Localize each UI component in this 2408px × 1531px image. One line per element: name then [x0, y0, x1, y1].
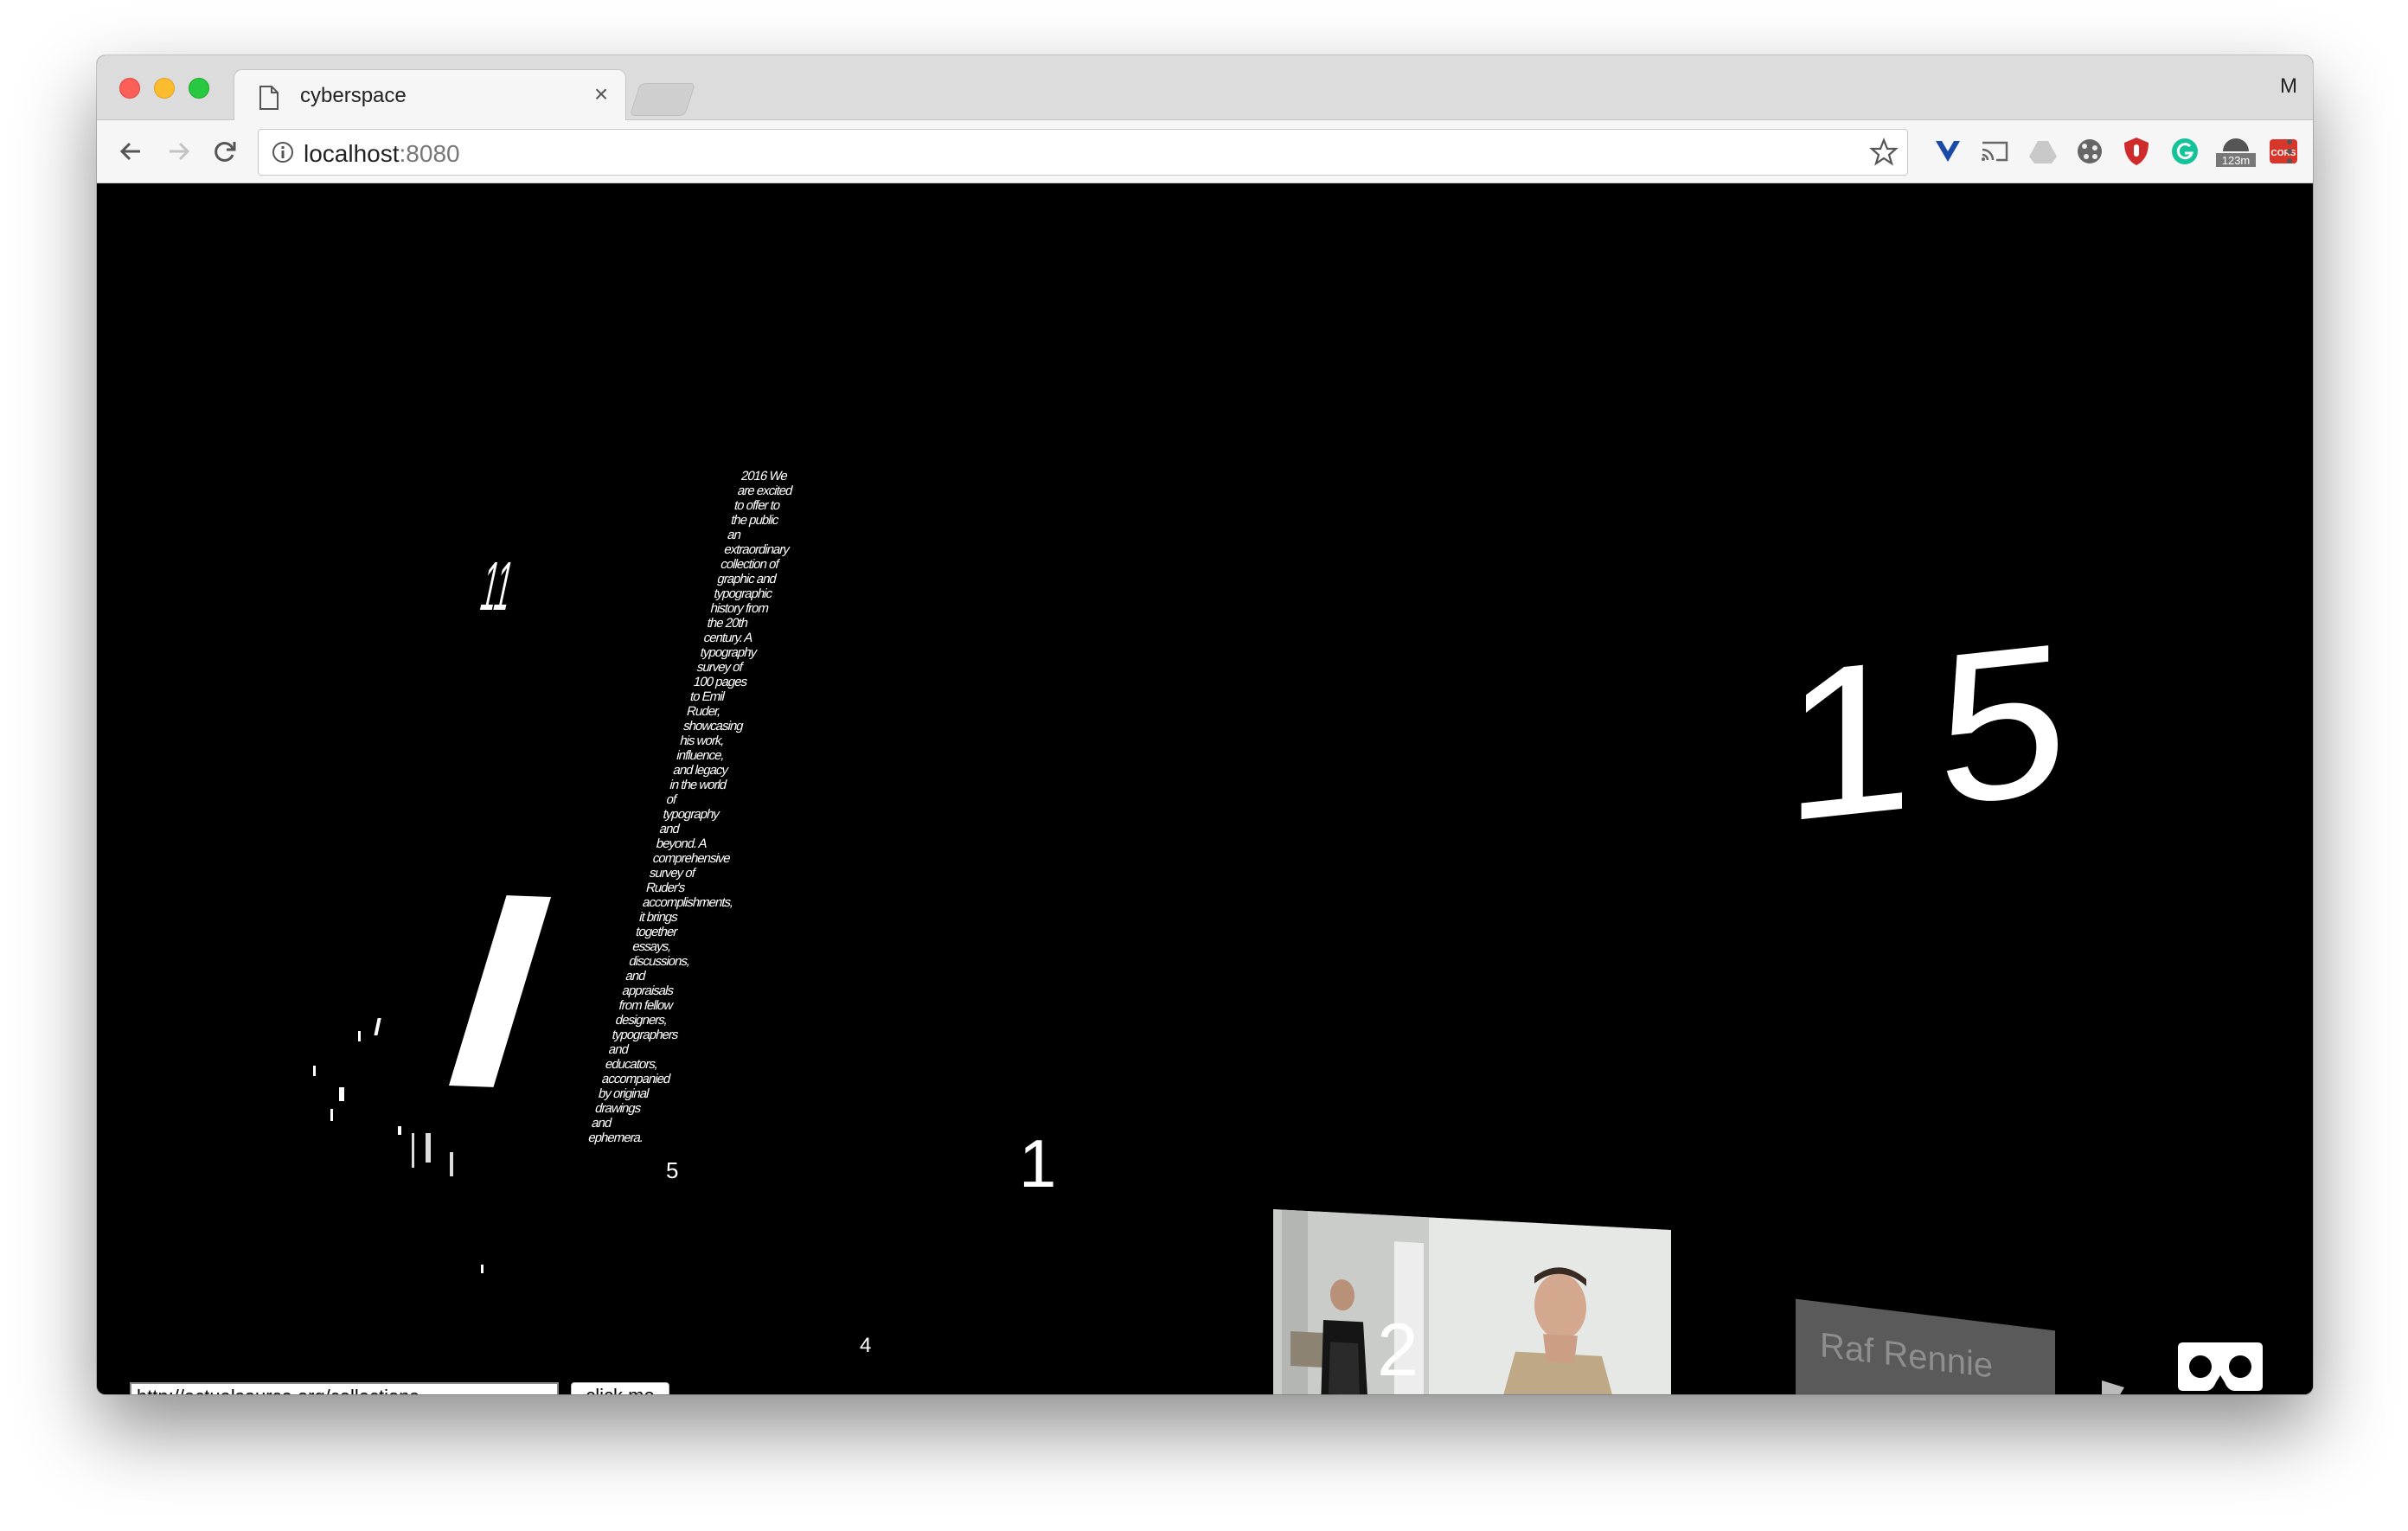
scene-sign-panel: Raf Rennie: [1796, 1298, 2055, 1394]
tab-title: cyberspace: [300, 84, 407, 107]
scene-number-4: 4: [860, 1334, 872, 1357]
forward-arrow-icon[interactable]: [161, 134, 195, 169]
dice-extension-icon[interactable]: [2074, 136, 2105, 167]
click-me-button[interactable]: click me: [571, 1382, 669, 1394]
grammarly-icon[interactable]: [2169, 136, 2200, 167]
reload-icon[interactable]: [208, 134, 242, 169]
scene-number-15: 15: [1784, 595, 2092, 868]
tab-strip: cyberspace × M: [97, 55, 2313, 122]
scene-number-5: 5: [666, 1157, 679, 1183]
bookmark-star-icon[interactable]: [1869, 138, 1899, 167]
close-window-button[interactable]: [119, 78, 140, 99]
kebab-menu-icon[interactable]: [2285, 138, 2294, 165]
scene-sign-text: Raf Rennie: [1820, 1326, 1994, 1386]
stopwatch-badge: 123m: [2222, 154, 2251, 167]
stopwatch-extension-icon[interactable]: 123m: [2216, 136, 2256, 167]
document-icon: [259, 86, 279, 110]
url-input[interactable]: [130, 1382, 559, 1394]
info-icon[interactable]: [271, 140, 295, 164]
vr-headset-icon[interactable]: [2176, 1341, 2264, 1393]
address-bar[interactable]: localhost:8080: [258, 129, 1908, 176]
webgl-viewport[interactable]: 2016 We are excited to offer to the publ…: [97, 183, 2313, 1394]
tab-cyberspace[interactable]: cyberspace ×: [234, 69, 626, 122]
scene-column-text: 2016 We are excited to offer to the publ…: [586, 469, 794, 1145]
cors-extension-icon[interactable]: CORS: [2268, 136, 2299, 167]
close-tab-icon[interactable]: ×: [589, 82, 613, 106]
vue-devtools-icon[interactable]: [1932, 136, 1963, 167]
url-text[interactable]: localhost:8080: [304, 140, 460, 168]
scene-number-2: 2: [1377, 1309, 1419, 1392]
zoom-window-button[interactable]: [189, 78, 209, 99]
scene-photo-image: [1273, 1208, 1671, 1394]
cast-icon[interactable]: [1979, 136, 2010, 167]
scene-number-1: 1: [1019, 1125, 1057, 1201]
new-tab-button[interactable]: [629, 83, 696, 116]
profile-initial[interactable]: M: [2280, 74, 2297, 99]
ublock-icon[interactable]: [2121, 136, 2152, 167]
scene-grey-shard: [2102, 1380, 2124, 1394]
scene-photo-panel: [1273, 1208, 1671, 1394]
minimize-window-button[interactable]: [154, 78, 175, 99]
drive-icon[interactable]: [2027, 136, 2059, 167]
scene-number-11: 11: [474, 548, 521, 625]
toolbar: localhost:8080 123m CORS on: [97, 120, 2313, 183]
browser-window: cyberspace × M localhost:8080 123m CORS …: [97, 55, 2313, 1394]
back-arrow-icon[interactable]: [114, 134, 149, 169]
